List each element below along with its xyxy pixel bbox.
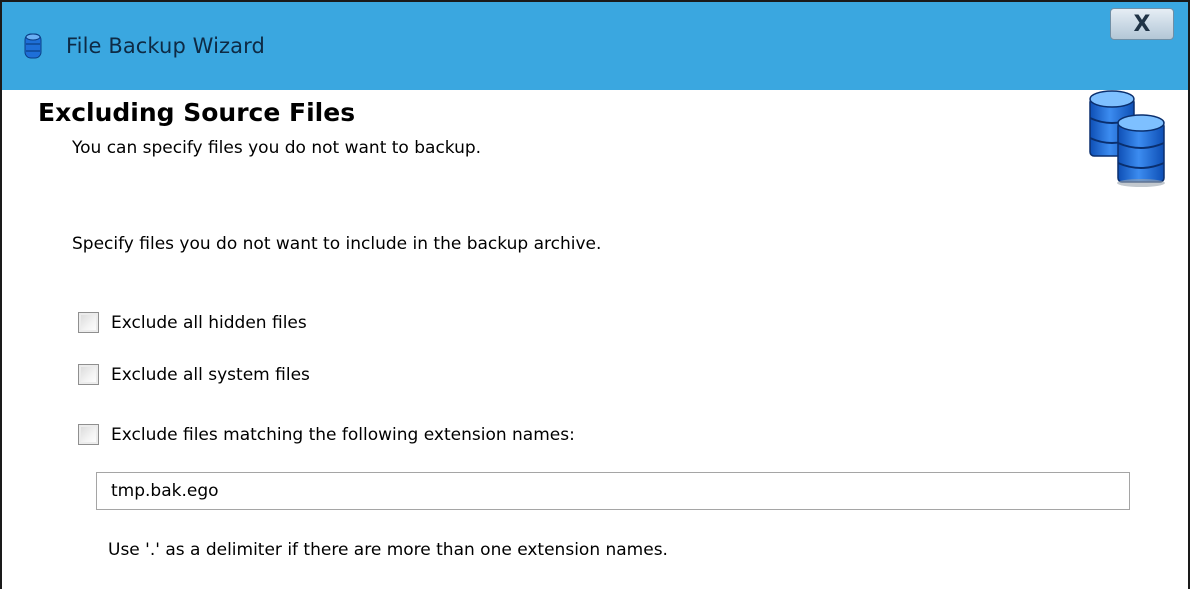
instruction-text: Specify files you do not want to include… [72, 234, 602, 254]
close-icon: X [1133, 11, 1151, 37]
databases-icon [1089, 90, 1165, 187]
exclude-system-option[interactable]: Exclude all system files [78, 364, 310, 385]
database-icon [24, 33, 42, 59]
exclude-extensions-checkbox[interactable] [78, 424, 99, 445]
title-bar[interactable]: File Backup Wizard X [2, 2, 1188, 92]
exclude-hidden-checkbox[interactable] [78, 312, 99, 333]
delimiter-hint: Use '.' as a delimiter if there are more… [108, 540, 668, 560]
extension-names-input[interactable] [96, 472, 1130, 510]
wizard-content: Excluding Source Files You can specify f… [2, 90, 1188, 591]
exclude-system-label[interactable]: Exclude all system files [111, 365, 310, 385]
wizard-window: File Backup Wizard X Excluding Source Fi… [0, 0, 1190, 591]
page-heading: Excluding Source Files [38, 98, 356, 127]
close-button[interactable]: X [1110, 8, 1174, 40]
exclude-hidden-label[interactable]: Exclude all hidden files [111, 313, 307, 333]
exclude-extensions-label[interactable]: Exclude files matching the following ext… [111, 425, 575, 445]
exclude-system-checkbox[interactable] [78, 364, 99, 385]
exclude-extensions-option[interactable]: Exclude files matching the following ext… [78, 424, 575, 445]
exclude-hidden-option[interactable]: Exclude all hidden files [78, 312, 307, 333]
window-title: File Backup Wizard [66, 34, 265, 58]
page-subheading: You can specify files you do not want to… [72, 138, 482, 158]
